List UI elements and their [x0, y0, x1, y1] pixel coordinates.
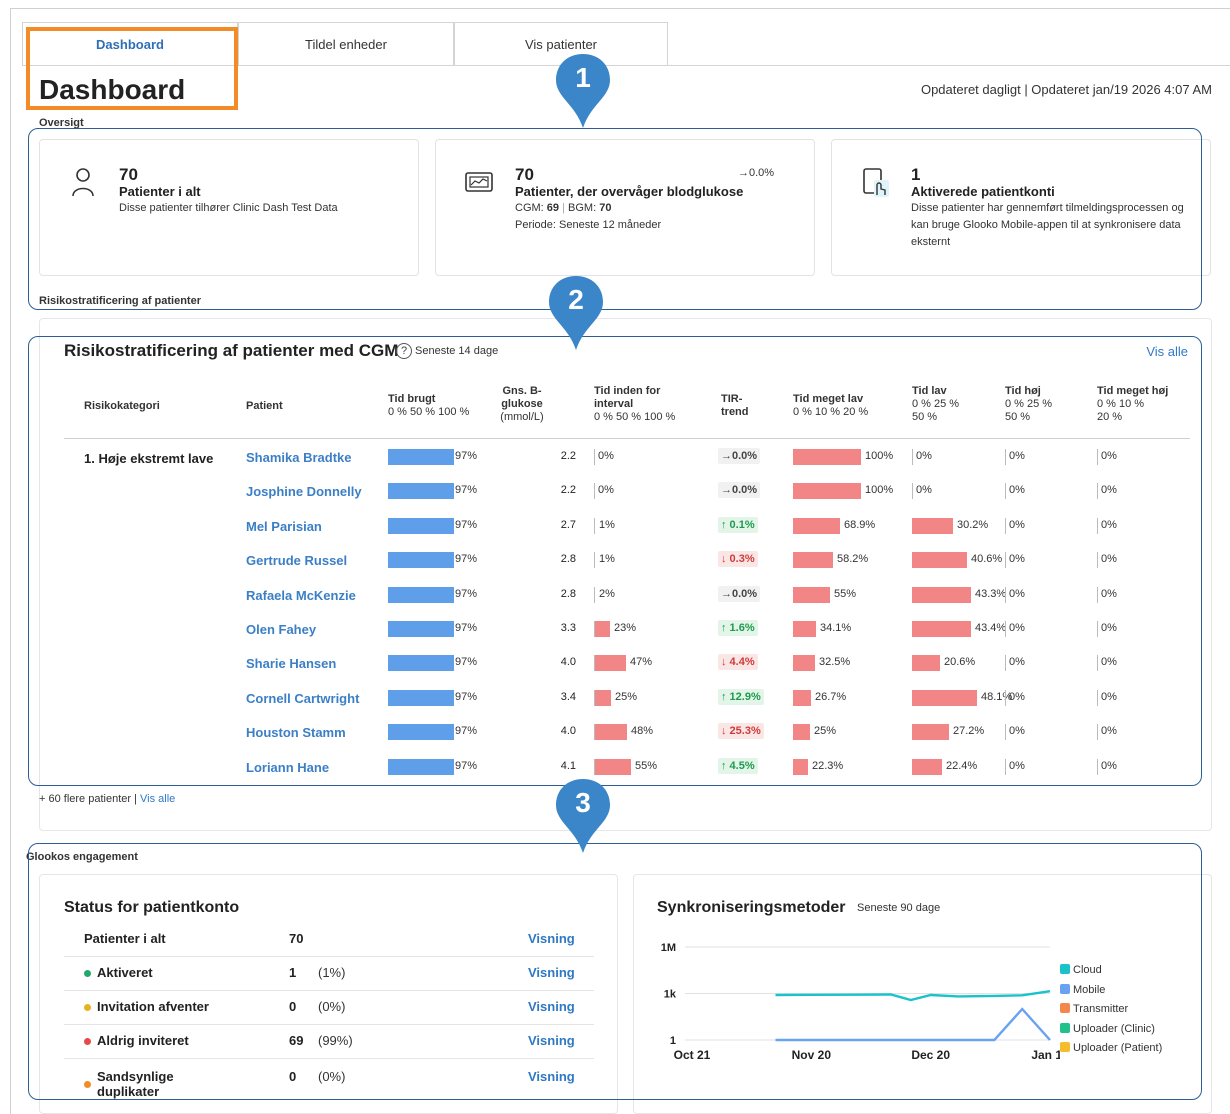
- callout-pin-number: 1: [575, 62, 591, 93]
- callout-pin-3: 3: [553, 777, 613, 855]
- callout-frame-3: [28, 843, 1202, 1100]
- callout-frame-1: [28, 128, 1202, 310]
- callout-pin-number: 3: [575, 787, 591, 818]
- more-patients-text: + 60 flere patienter |: [39, 793, 141, 805]
- callout-pin-number: 2: [568, 284, 584, 315]
- update-status: Opdateret dagligt | Opdateret jan/19 202…: [920, 82, 1212, 97]
- callout-frame-2: [28, 336, 1202, 786]
- tab-assign-devices[interactable]: Tildel enheder: [238, 22, 454, 66]
- callout-pin-2: 2: [546, 274, 606, 352]
- more-patients-link[interactable]: Vis alle: [140, 793, 175, 805]
- tab-highlight-frame: [26, 27, 238, 110]
- more-patients: + 60 flere patienter | Vis alle: [39, 793, 175, 805]
- risk-section-label: Risikostratificering af patienter: [39, 295, 201, 307]
- callout-pin-1: 1: [553, 52, 613, 130]
